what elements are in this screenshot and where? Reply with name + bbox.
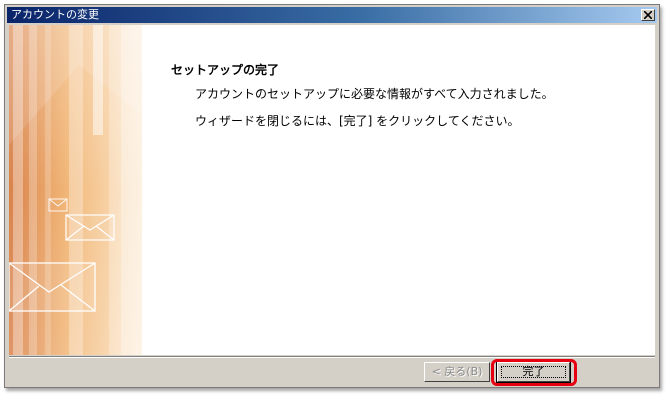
envelope-icon — [9, 262, 96, 312]
title-bar: アカウントの変更 — [7, 7, 657, 23]
page-heading: セットアップの完了 — [171, 63, 280, 77]
close-icon — [644, 11, 652, 19]
close-button[interactable] — [641, 9, 655, 21]
instruction-text: ウィザードを閉じるには、[完了] をクリックしてください。 — [195, 114, 520, 128]
finish-button[interactable]: 完了 — [496, 361, 571, 383]
info-text: アカウントのセットアップに必要な情報がすべて入力されました。 — [195, 87, 554, 101]
wizard-side-image — [9, 25, 142, 355]
back-button[interactable]: < 戻る(B) — [424, 362, 490, 382]
envelope-icon — [65, 214, 115, 241]
wizard-page: セットアップの完了 アカウントのセットアップに必要な情報がすべて入力されました。… — [9, 25, 655, 355]
wizard-dialog: アカウントの変更 セットアップの完了 アカウントのセットアップに必要な情報がすべ… — [4, 4, 660, 388]
window-title: アカウントの変更 — [11, 8, 99, 21]
